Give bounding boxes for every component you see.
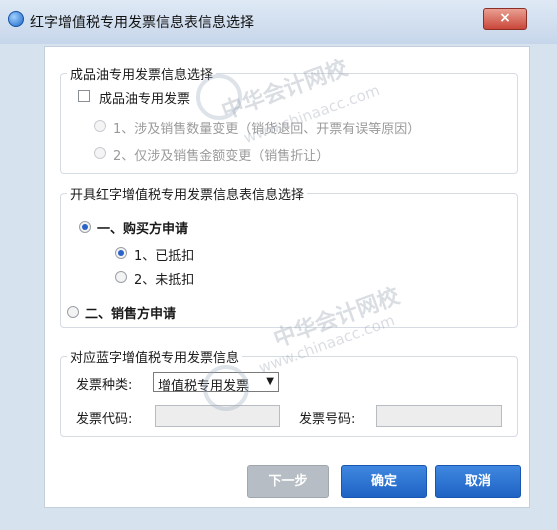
- cancel-button[interactable]: 取消: [435, 465, 521, 498]
- deducted-label: 1、已抵扣: [134, 249, 195, 264]
- oil-invoice-checkbox-label: 成品油专用发票: [99, 92, 191, 107]
- invoice-number-input[interactable]: [376, 405, 502, 427]
- oil-option1-radio[interactable]: [94, 120, 106, 132]
- issue-info-legend: 开具红字增值税专用发票信息表信息选择: [70, 188, 305, 203]
- close-button[interactable]: ×: [483, 8, 527, 30]
- buyer-apply-label: 一、购买方申请: [97, 222, 189, 237]
- deducted-radio[interactable]: [115, 247, 127, 259]
- oil-option2-radio[interactable]: [94, 147, 106, 159]
- seller-apply-radio[interactable]: [67, 306, 79, 318]
- oil-option2-label: 2、仅涉及销售金额变更（销售折让）: [113, 149, 330, 164]
- oil-invoice-checkbox[interactable]: [78, 90, 90, 102]
- watermark-logo: [203, 365, 249, 411]
- chevron-down-icon: ▼: [266, 376, 274, 387]
- invoice-type-label: 发票种类:: [76, 378, 133, 393]
- not-deducted-label: 2、未抵扣: [134, 273, 195, 288]
- oil-invoice-legend: 成品油专用发票信息选择: [70, 68, 214, 83]
- next-button[interactable]: 下一步: [247, 465, 329, 498]
- window-title: 红字增值税专用发票信息表信息选择: [30, 15, 254, 31]
- blue-invoice-legend: 对应蓝字增值税专用发票信息: [70, 351, 240, 366]
- ok-button[interactable]: 确定: [341, 465, 427, 498]
- buyer-apply-radio[interactable]: [79, 221, 91, 233]
- invoice-code-label: 发票代码:: [76, 412, 133, 427]
- seller-apply-label: 二、销售方申请: [85, 307, 177, 322]
- invoice-number-label: 发票号码:: [299, 412, 356, 427]
- app-icon: [8, 11, 24, 27]
- not-deducted-radio[interactable]: [115, 271, 127, 283]
- title-bar: 红字增值税专用发票信息表信息选择 ×: [0, 0, 557, 44]
